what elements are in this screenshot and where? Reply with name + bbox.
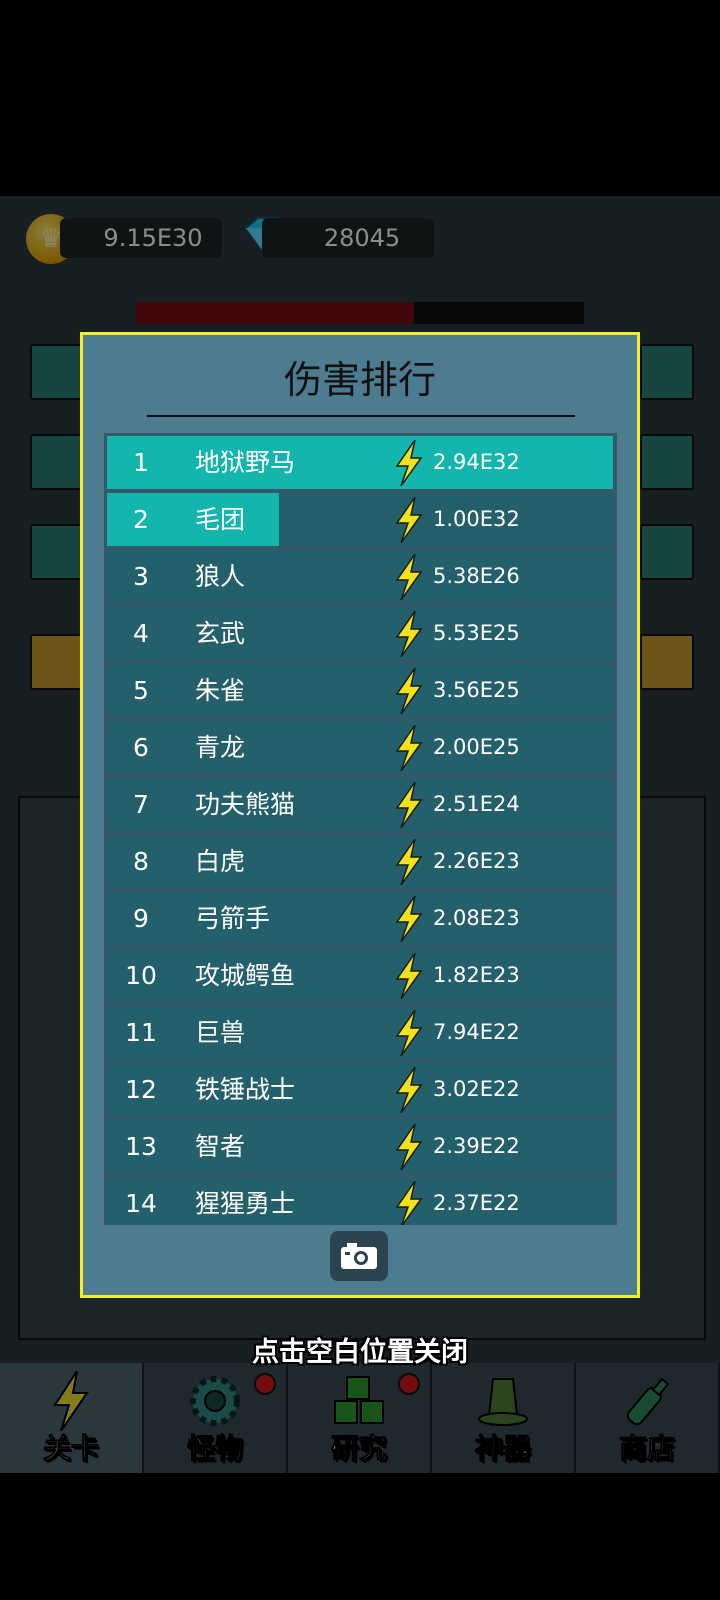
ranking-row: 6 青龙 2.00E25: [107, 721, 613, 774]
damage-value: 7.94E22: [433, 1020, 520, 1044]
rank-number: 8: [133, 847, 149, 876]
damage-value: 5.38E26: [433, 564, 520, 588]
damage-value: 2.94E32: [433, 450, 520, 474]
title-divider: [147, 415, 575, 417]
ranking-row: 14 猩猩勇士 2.37E22: [107, 1177, 613, 1225]
lightning-icon: [395, 611, 423, 657]
damage-value: 2.00E25: [433, 735, 520, 759]
monster-name: 朱雀: [195, 676, 246, 705]
ranking-list[interactable]: 1 地狱野马 2.94E32 2 毛团 1.00E32 3 狼人 5.38E26 4 玄武 5.53E…: [104, 433, 617, 1225]
lightning-icon: [395, 896, 423, 942]
rank-number: 10: [125, 961, 157, 990]
damage-ranking-dialog: 伤害排行 1 地狱野马 2.94E32 2 毛团 1.00E32 3 狼人 5.38E26 4 玄武…: [80, 332, 640, 1298]
rank-number: 14: [125, 1189, 157, 1218]
lightning-icon: [395, 782, 423, 828]
ranking-row: 3 狼人 5.38E26: [107, 550, 613, 603]
lightning-icon: [395, 440, 423, 486]
damage-share-bar: [107, 436, 613, 489]
monster-name: 铁锤战士: [195, 1075, 296, 1104]
monster-name: 巨兽: [195, 1018, 246, 1047]
ranking-row: 1 地狱野马 2.94E32: [107, 436, 613, 489]
rank-number: 4: [133, 619, 149, 648]
camera-icon: [341, 1243, 377, 1269]
screenshot-button[interactable]: [330, 1231, 388, 1281]
ranking-row: 7 功夫熊猫 2.51E24: [107, 778, 613, 831]
monster-name: 毛团: [195, 505, 246, 534]
rank-number: 11: [125, 1018, 157, 1047]
damage-value: 1.82E23: [433, 963, 520, 987]
rank-number: 1: [133, 448, 149, 477]
lightning-icon: [395, 668, 423, 714]
ranking-row: 2 毛团 1.00E32: [107, 493, 613, 546]
lightning-icon: [395, 725, 423, 771]
ranking-row: 12 铁锤战士 3.02E22: [107, 1063, 613, 1116]
lightning-icon: [395, 1067, 423, 1113]
rank-number: 9: [133, 904, 149, 933]
monster-name: 地狱野马: [195, 448, 296, 477]
damage-value: 3.02E22: [433, 1077, 520, 1101]
damage-value: 2.51E24: [433, 792, 520, 816]
rank-number: 7: [133, 790, 149, 819]
ranking-row: 11 巨兽 7.94E22: [107, 1006, 613, 1059]
monster-name: 功夫熊猫: [195, 790, 296, 819]
monster-name: 攻城鳄鱼: [195, 961, 296, 990]
monster-name: 智者: [195, 1132, 246, 1161]
ranking-row: 5 朱雀 3.56E25: [107, 664, 613, 717]
lightning-icon: [395, 1181, 423, 1225]
rank-number: 5: [133, 676, 149, 705]
ranking-row: 8 白虎 2.26E23: [107, 835, 613, 888]
monster-name: 白虎: [195, 847, 246, 876]
dialog-title: 伤害排行: [283, 358, 436, 402]
monster-name: 弓箭手: [195, 904, 271, 933]
rank-number: 2: [133, 505, 149, 534]
lightning-icon: [395, 953, 423, 999]
damage-value: 1.00E32: [433, 507, 520, 531]
ranking-row: 10 攻城鳄鱼 1.82E23: [107, 949, 613, 1002]
damage-value: 2.37E22: [433, 1191, 520, 1215]
rank-number: 13: [125, 1132, 157, 1161]
damage-value: 3.56E25: [433, 678, 520, 702]
monster-name: 青龙: [195, 733, 246, 762]
lightning-icon: [395, 497, 423, 543]
close-hint: 点击空白位置关闭: [252, 1337, 468, 1368]
damage-value: 5.53E25: [433, 621, 520, 645]
lightning-icon: [395, 839, 423, 885]
lightning-icon: [395, 1010, 423, 1056]
lightning-icon: [395, 554, 423, 600]
rank-number: 6: [133, 733, 149, 762]
damage-value: 2.08E23: [433, 906, 520, 930]
ranking-row: 13 智者 2.39E22: [107, 1120, 613, 1173]
ranking-row: 4 玄武 5.53E25: [107, 607, 613, 660]
damage-value: 2.26E23: [433, 849, 520, 873]
ranking-row: 9 弓箭手 2.08E23: [107, 892, 613, 945]
rank-number: 3: [133, 562, 149, 591]
monster-name: 猩猩勇士: [195, 1189, 296, 1218]
lightning-icon: [395, 1124, 423, 1170]
damage-value: 2.39E22: [433, 1134, 520, 1158]
monster-name: 狼人: [195, 562, 246, 591]
rank-number: 12: [125, 1075, 157, 1104]
monster-name: 玄武: [195, 619, 246, 648]
